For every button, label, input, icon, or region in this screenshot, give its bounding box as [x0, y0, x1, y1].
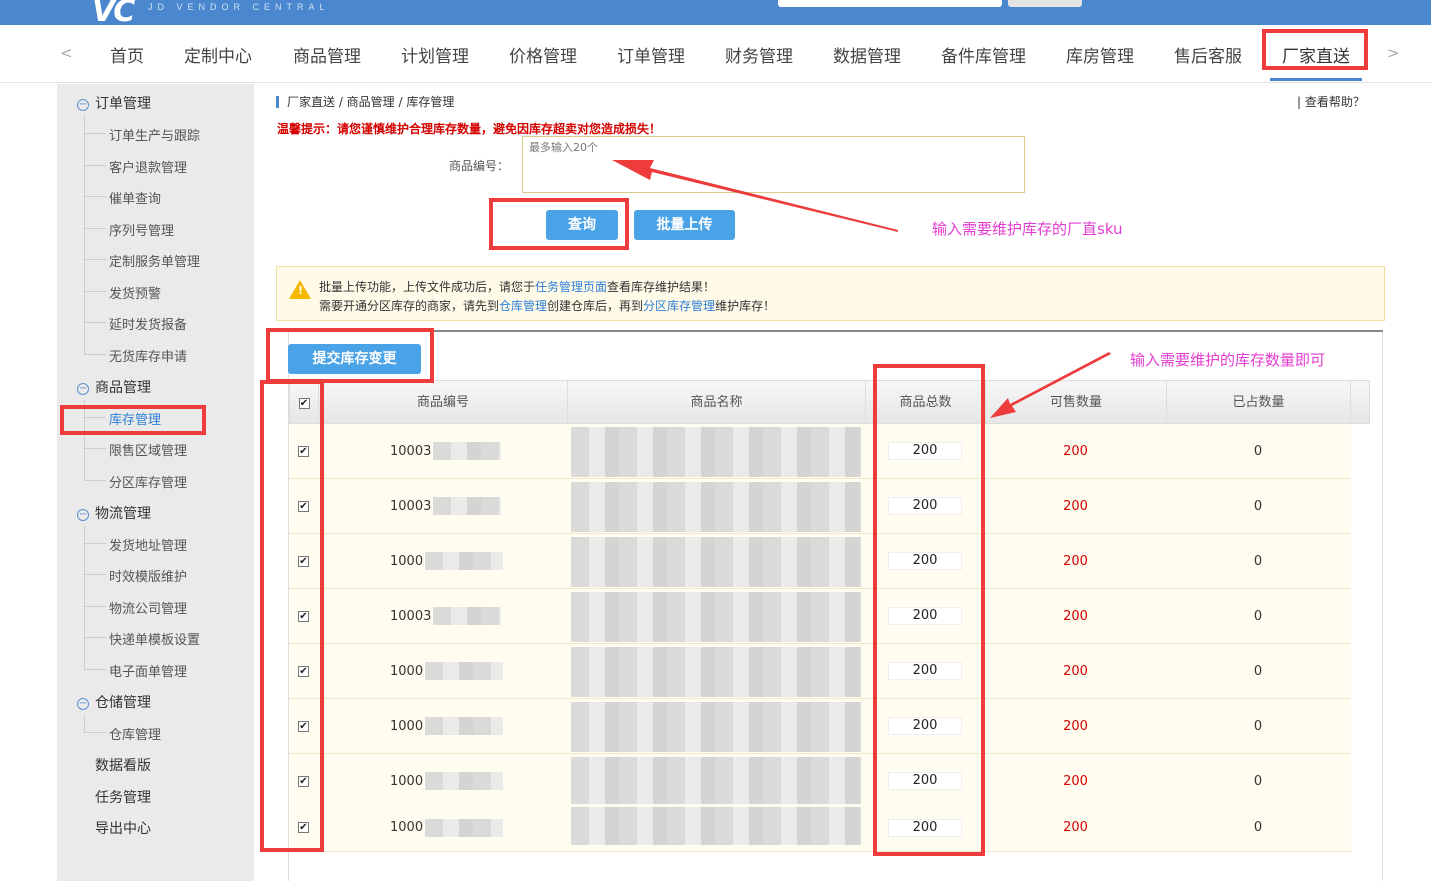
annotation-arrows	[612, 160, 1111, 418]
